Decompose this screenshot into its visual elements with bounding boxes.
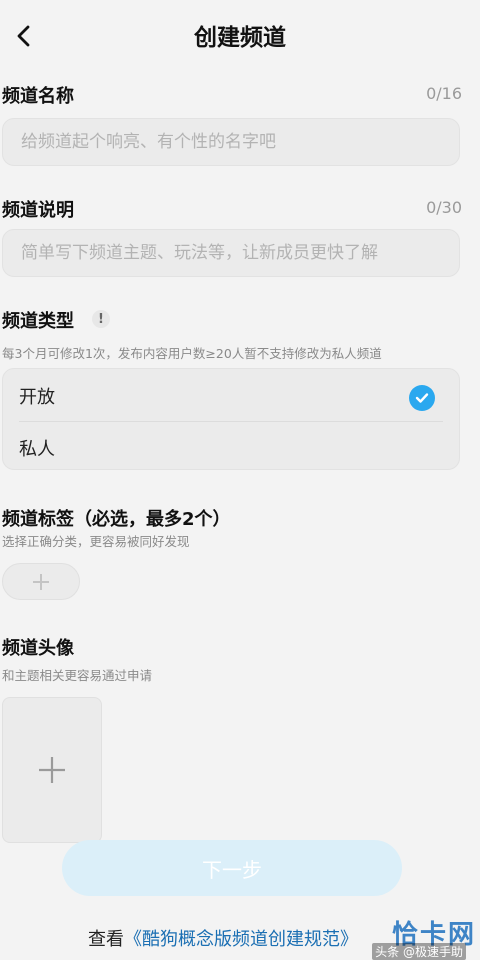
- channel-type-title: 频道类型: [2, 311, 74, 332]
- type-option-private[interactable]: 私人: [3, 423, 459, 473]
- divider: [19, 421, 443, 422]
- next-step-button[interactable]: 下一步: [62, 840, 402, 896]
- footer-text: 查看《酷狗概念版频道创建规范》: [88, 925, 358, 951]
- channel-type-options: 开放 私人: [2, 368, 460, 470]
- type-option-label: 开放: [19, 387, 55, 408]
- channel-name-input[interactable]: [19, 131, 459, 153]
- channel-desc-input[interactable]: [19, 242, 459, 264]
- check-icon: [409, 385, 435, 411]
- channel-name-field-wrapper: [2, 118, 460, 166]
- channel-desc-title: 频道说明: [2, 200, 74, 221]
- channel-name-counter: 0/16: [426, 84, 462, 103]
- channel-type-hint: 每3个月可修改1次，发布内容用户数≥20人暂不支持修改为私人频道: [2, 346, 382, 361]
- info-icon[interactable]: !: [92, 310, 110, 328]
- avatar-upload-button[interactable]: [2, 697, 102, 843]
- channel-tags-title: 频道标签（必选，最多2个）: [2, 509, 231, 530]
- footer-prefix: 查看: [88, 929, 124, 950]
- add-tag-button[interactable]: [2, 563, 80, 600]
- channel-avatar-hint: 和主题相关更容易通过申请: [2, 668, 153, 683]
- watermark-credit: 头条 @极速手助: [372, 943, 466, 960]
- type-option-open[interactable]: 开放: [3, 371, 459, 421]
- type-option-label: 私人: [19, 439, 55, 460]
- channel-avatar-title: 频道头像: [2, 638, 74, 659]
- watermark: 恰卡网 头条 @极速手助: [320, 910, 480, 960]
- channel-name-title: 频道名称: [2, 86, 74, 107]
- channel-tags-hint: 选择正确分类，更容易被同好发现: [2, 534, 190, 549]
- channel-desc-counter: 0/30: [426, 198, 462, 217]
- plus-icon: [39, 757, 65, 783]
- header: 创建频道: [0, 0, 480, 72]
- plus-icon: [33, 573, 49, 590]
- page-title: 创建频道: [194, 25, 286, 51]
- channel-desc-field-wrapper: [2, 229, 460, 277]
